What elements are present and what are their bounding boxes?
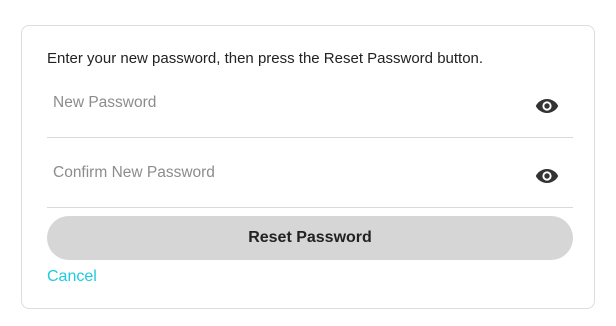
instructions-text: Enter your new password, then press the … [47, 50, 484, 67]
confirm-password-input[interactable] [47, 138, 517, 207]
eye-icon[interactable] [535, 97, 559, 115]
cancel-link[interactable]: Cancel [47, 268, 97, 286]
reset-password-button[interactable]: Reset Password [47, 216, 573, 260]
confirm-password-field [47, 138, 573, 208]
eye-icon[interactable] [535, 167, 559, 185]
reset-password-card: Enter your new password, then press the … [21, 25, 595, 309]
new-password-input[interactable] [47, 68, 517, 137]
new-password-field [47, 68, 573, 138]
